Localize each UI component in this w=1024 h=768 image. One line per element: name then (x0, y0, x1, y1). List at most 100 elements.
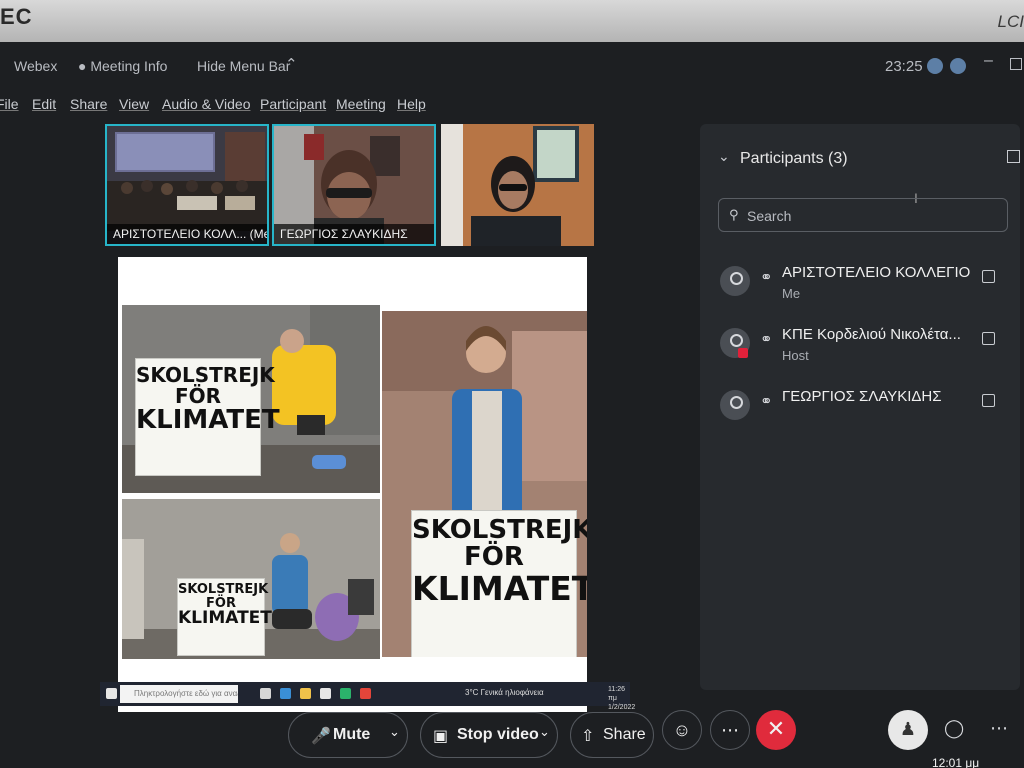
app-icon (340, 688, 351, 699)
share-button[interactable]: ⇧ Share (570, 712, 654, 758)
headset-icon: ⚭ (760, 393, 773, 410)
participants-panel: ⌄ Participants (3) I ⚲ ⚭ ΑΡΙΣΤΟΤΕΛΕΙΟ ΚΟ… (700, 124, 1020, 690)
participant-role: Me (782, 286, 801, 301)
taskbar-search: Πληκτρολογήστε εδώ για αναζήτηση (120, 685, 238, 703)
store-icon (320, 688, 331, 699)
video-camera-icon: ▣ (433, 728, 449, 745)
participant-search: ⚲ (718, 198, 1008, 232)
monitor-bezel: EC LCI (0, 0, 1024, 42)
headset-icon: ⚭ (760, 269, 773, 286)
collapse-chevron-icon[interactable]: ⌄ (718, 148, 730, 165)
chevron-down-icon[interactable]: ⌄ (539, 724, 550, 740)
microphone-icon: 🎤 (311, 728, 331, 745)
menu-share[interactable]: Share (70, 96, 107, 112)
app-name: Webex (14, 58, 58, 74)
photo-right: SKOLSTREJK FÖR KLIMATET (382, 311, 587, 657)
close-icon: ✕ (766, 716, 786, 741)
participant-name-label: ΑΡΙΣΤΟΤΕΛΕΙΟ ΚΟΛΛ... (Me) (107, 224, 267, 244)
shield-icon[interactable] (927, 58, 943, 74)
monitor-brand: EC (0, 4, 33, 29)
camera-icon[interactable] (982, 270, 995, 283)
more-apps-icon[interactable]: ⋯ (990, 718, 1008, 739)
participant-name: ΚΠΕ Κορδελιού Νικολέτα... (782, 326, 961, 343)
protest-sign: SKOLSTREJK FÖR KLIMATET (412, 511, 587, 657)
menu-audio-video[interactable]: Audio & Video (162, 96, 250, 112)
webex-window: Webex ● Meeting Info Hide Menu Bar ⌃ 23:… (0, 42, 1024, 768)
minimize-icon[interactable]: – (984, 52, 993, 70)
stop-video-label: Stop video (457, 726, 539, 743)
hide-menu-bar-button[interactable]: Hide Menu Bar (197, 58, 290, 74)
more-icon: ⋯ (721, 720, 739, 740)
sign-line: KLIMATET (178, 608, 272, 629)
video-thumbnail-host[interactable] (441, 124, 594, 246)
sign-line: SKOLSTREJK (412, 515, 587, 545)
folder-icon (300, 688, 311, 699)
chat-icon[interactable]: ◯ (944, 718, 964, 739)
chrome-icon (360, 688, 371, 699)
stop-video-button[interactable]: ▣ Stop video ⌄ (420, 712, 558, 758)
participants-toggle-button[interactable]: ♟ (888, 710, 928, 750)
sign-line: FÖR (174, 384, 222, 408)
sign-line: SKOLSTREJK (136, 363, 275, 387)
avatar (720, 328, 750, 358)
video-thumbnail-self[interactable]: ΑΡΙΣΤΟΤΕΛΕΙΟ ΚΟΛΛ... (Me) (105, 124, 269, 246)
participant-row[interactable]: ⚭ ΓΕΩΡΓΙΟΣ ΣΛΑΥΚΙΔΗΣ (720, 386, 1020, 434)
popout-icon[interactable] (1007, 150, 1020, 163)
search-icon: ⚲ (729, 207, 739, 222)
photo-top-left: SKOLSTREJK FÖR KLIMATET (122, 305, 380, 493)
task-view-icon (260, 688, 271, 699)
camera-icon[interactable] (982, 394, 995, 407)
camera-icon[interactable] (982, 332, 995, 345)
system-clock: 12:01 μμ (932, 756, 980, 768)
edge-icon (280, 688, 291, 699)
participants-title: Participants (3) (740, 150, 848, 167)
menu-meeting[interactable]: Meeting (336, 96, 386, 112)
chevron-down-icon[interactable]: ⌄ (389, 724, 400, 740)
share-screen-icon: ⇧ (581, 728, 595, 745)
taskbar-date: 1/2/2022 (608, 704, 636, 711)
search-input[interactable] (745, 203, 999, 229)
participant-row[interactable]: ⚭ ΑΡΙΣΤΟΤΕΛΕΙΟ ΚΟΛΛΕΓΙΟ Me (720, 262, 1020, 310)
menu-file[interactable]: File (0, 96, 19, 112)
avatar (720, 266, 750, 296)
maximize-icon[interactable] (1010, 58, 1022, 70)
meeting-info-button[interactable]: ● Meeting Info (78, 58, 167, 74)
meeting-clock: 23:25 (885, 58, 923, 75)
monitor-label: LCI (997, 12, 1024, 31)
participant-row[interactable]: ⚭ ΚΠΕ Κορδελιού Νικολέτα... Host (720, 324, 1020, 372)
mute-button[interactable]: 🎤 Mute ⌄ (288, 712, 408, 758)
chevron-up-icon[interactable]: ⌃ (285, 55, 298, 73)
shared-content[interactable]: SKOLSTREJK FÖR KLIMATET SKOLSTREJK FÖR K… (118, 257, 587, 712)
sign-line: KLIMATET (136, 405, 280, 435)
menu-edit[interactable]: Edit (32, 96, 56, 112)
shared-taskbar: Πληκτρολογήστε εδώ για αναζήτηση 3°C Γεν… (100, 682, 635, 711)
protest-sign: SKOLSTREJK FÖR KLIMATET (136, 359, 280, 475)
sign-line: FÖR (464, 542, 524, 573)
protest-sign: SKOLSTREJK FÖR KLIMATET (178, 579, 272, 655)
avatar (720, 390, 750, 420)
taskbar-clock: 11:26 πμ 1/2/2022 (608, 685, 635, 712)
menu-view[interactable]: View (119, 96, 149, 112)
headset-icon: ⚭ (760, 331, 773, 348)
recording-icon (738, 348, 748, 358)
title-bar: Webex ● Meeting Info Hide Menu Bar ⌃ 23:… (0, 42, 1024, 92)
leave-meeting-button[interactable]: ✕ (756, 710, 796, 750)
sign-line: SKOLSTREJK (178, 582, 269, 597)
menu-participant[interactable]: Participant (260, 96, 326, 112)
participants-icon: ♟ (899, 719, 917, 739)
reactions-button[interactable]: ☺ (662, 710, 702, 750)
more-options-button[interactable]: ⋯ (710, 710, 750, 750)
taskbar-time: 11:26 πμ (608, 686, 625, 702)
windows-start-icon (106, 688, 117, 699)
globe-icon[interactable] (950, 58, 966, 74)
menu-help[interactable]: Help (397, 96, 426, 112)
share-label: Share (603, 726, 646, 743)
participant-name: ΓΕΩΡΓΙΟΣ ΣΛΑΥΚΙΔΗΣ (782, 388, 942, 405)
sign-line: KLIMATET (412, 568, 587, 608)
video-thumbnail-georgios[interactable]: ΓΕΩΡΓΙΟΣ ΣΛΑΥΚΙΔΗΣ (272, 124, 436, 246)
participant-name: ΑΡΙΣΤΟΤΕΛΕΙΟ ΚΟΛΛΕΓΙΟ (782, 264, 971, 281)
participant-role: Host (782, 348, 809, 363)
taskbar-weather: 3°C Γενικά ηλιοφάνεια (465, 688, 544, 697)
host-video (441, 124, 594, 246)
participant-name-label: ΓΕΩΡΓΙΟΣ ΣΛΑΥΚΙΔΗΣ (274, 224, 434, 244)
